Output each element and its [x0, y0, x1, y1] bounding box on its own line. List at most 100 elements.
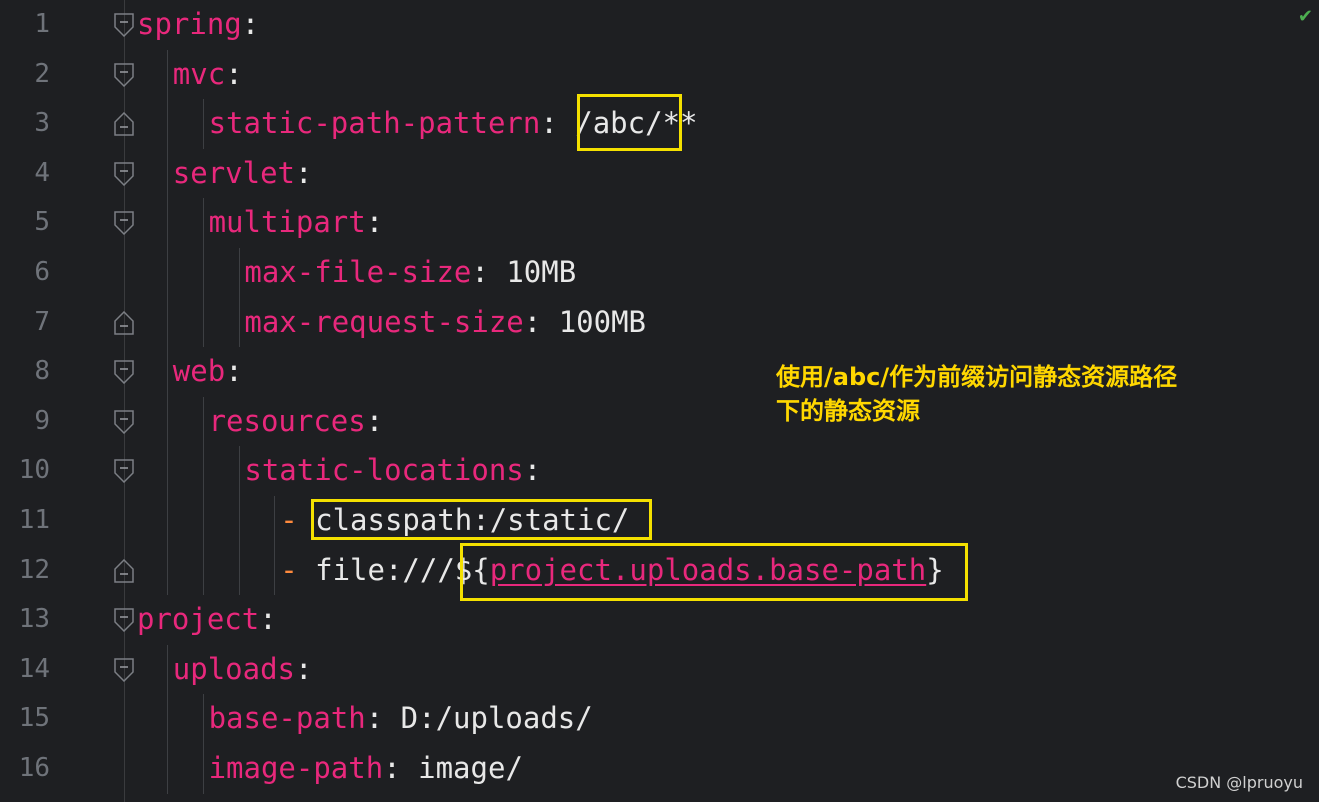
indent-guide — [238, 446, 240, 496]
yaml-colon: : — [241, 7, 260, 41]
yaml-key: project — [137, 602, 260, 637]
fold-open-icon[interactable] — [114, 162, 134, 186]
yaml-key: static-path-pattern — [208, 106, 541, 141]
code-line[interactable]: 6 max-file-size: 10MB — [0, 248, 1319, 298]
watermark: CSDN @lpruoyu — [1175, 773, 1303, 792]
line-number: 16 — [18, 753, 50, 783]
code-text: max-file-size: 10MB — [244, 248, 576, 298]
indent-guide — [167, 49, 168, 100]
yaml-colon: : — [225, 56, 243, 91]
code-text: mvc: — [173, 50, 243, 100]
code-editor[interactable]: 1 spring: 2 mvc: 3 static-path-pattern: /abc/… — [0, 0, 1319, 802]
yaml-key: spring — [137, 7, 242, 41]
code-line[interactable]: 13 project: — [0, 595, 1319, 645]
code-text: servlet: — [173, 149, 313, 199]
fold-open-icon[interactable] — [114, 13, 134, 37]
yaml-colon: : — [295, 155, 313, 190]
indent-guide — [202, 545, 204, 596]
code-line[interactable]: 10 static-locations: — [0, 446, 1319, 496]
indent-guide — [238, 496, 240, 546]
indent-guide — [167, 644, 168, 695]
fold-open-icon[interactable] — [114, 459, 134, 484]
yaml-colon: : — [365, 205, 384, 240]
code-text: base-path: D:/uploads/ — [209, 694, 593, 744]
indent-guide — [202, 744, 204, 794]
yaml-key: static-locations — [244, 453, 524, 488]
indent-guide — [167, 396, 168, 447]
yaml-colon: : — [365, 403, 384, 438]
indent-guide — [167, 347, 168, 397]
fold-open-icon[interactable] — [114, 62, 134, 87]
fold-open-icon[interactable] — [114, 211, 134, 236]
code-text: project: — [137, 595, 277, 645]
code-text: uploads: — [173, 645, 313, 695]
code-line[interactable]: 2 mvc: — [0, 49, 1319, 100]
code-line[interactable]: 15 base-path: D:/uploads/ — [0, 694, 1319, 744]
code-text: static-locations: — [244, 446, 541, 496]
yaml-key: max-request-size — [244, 304, 524, 339]
code-line[interactable]: 11- classpath:/static/ — [0, 496, 1319, 546]
code-line[interactable]: 16 image-path: image/ — [0, 744, 1319, 794]
yaml-value: 10MB — [506, 255, 577, 289]
yaml-separator — [383, 701, 400, 735]
code-text: multipart: — [209, 198, 384, 248]
yaml-colon: : — [383, 751, 401, 785]
indent-guide — [202, 396, 204, 447]
line-number: 14 — [18, 653, 50, 684]
line-number: 4 — [34, 157, 50, 188]
code-line[interactable]: 5 multipart: — [0, 198, 1319, 248]
indent-guide — [202, 446, 204, 496]
yaml-colon: : — [523, 304, 542, 339]
yaml-key: web — [172, 354, 226, 389]
yaml-colon: : — [523, 453, 542, 488]
fold-end-icon[interactable] — [114, 558, 134, 583]
indent-guide — [167, 198, 168, 248]
yaml-key: base-path — [208, 701, 366, 736]
fold-end-icon[interactable] — [114, 112, 134, 136]
indent-guide — [274, 545, 276, 596]
code-line[interactable]: 1 spring: — [0, 0, 1319, 50]
annotation-line-1: 使用/abc/作为前缀访问静态资源路径 — [776, 363, 1178, 391]
annotation-note: 使用/abc/作为前缀访问静态资源路径 下的静态资源 — [776, 360, 1246, 428]
indent-guide — [202, 198, 204, 248]
fold-open-icon[interactable] — [114, 608, 134, 633]
code-line[interactable]: 7 max-request-size: 100MB — [0, 297, 1319, 348]
line-number: 6 — [34, 257, 50, 287]
yaml-value: D:/uploads/ — [400, 701, 593, 736]
yaml-key: servlet — [172, 155, 296, 190]
indent-guide — [167, 496, 168, 546]
line-number: 2 — [34, 58, 50, 89]
yaml-colon: : — [471, 255, 489, 289]
code-line[interactable]: 4 servlet: — [0, 148, 1319, 199]
annotation-line-2: 下的静态资源 — [776, 397, 920, 425]
check-icon[interactable]: ✔ — [1298, 6, 1313, 27]
fold-open-icon[interactable] — [114, 410, 134, 434]
indent-guide — [202, 496, 204, 546]
line-number: 13 — [18, 604, 50, 635]
list-dash: - — [280, 552, 316, 587]
code-text: web: — [173, 347, 243, 397]
indent-guide — [238, 248, 240, 298]
indent-guide — [202, 297, 204, 348]
yaml-value: 100MB — [558, 304, 646, 339]
line-number: 9 — [34, 405, 50, 436]
yaml-key: multipart — [208, 205, 366, 240]
indent-guide — [167, 248, 168, 298]
highlight-file-base-path — [460, 543, 968, 601]
indent-guide — [167, 148, 168, 199]
indent-guide — [202, 694, 204, 744]
yaml-key: image-path — [208, 751, 384, 785]
fold-open-icon[interactable] — [114, 360, 134, 385]
indent-guide — [167, 446, 168, 496]
code-line[interactable]: 14 uploads: — [0, 644, 1319, 695]
fold-open-icon[interactable] — [114, 658, 134, 682]
indent-guide — [274, 496, 276, 546]
yaml-key: mvc — [172, 56, 226, 91]
yaml-key: resources — [208, 403, 366, 438]
indent-guide — [167, 694, 168, 744]
code-text: image-path: image/ — [209, 744, 523, 794]
yaml-separator — [489, 255, 506, 289]
fold-end-icon[interactable] — [114, 310, 134, 335]
yaml-colon: : — [295, 651, 313, 686]
indent-guide — [167, 297, 168, 348]
